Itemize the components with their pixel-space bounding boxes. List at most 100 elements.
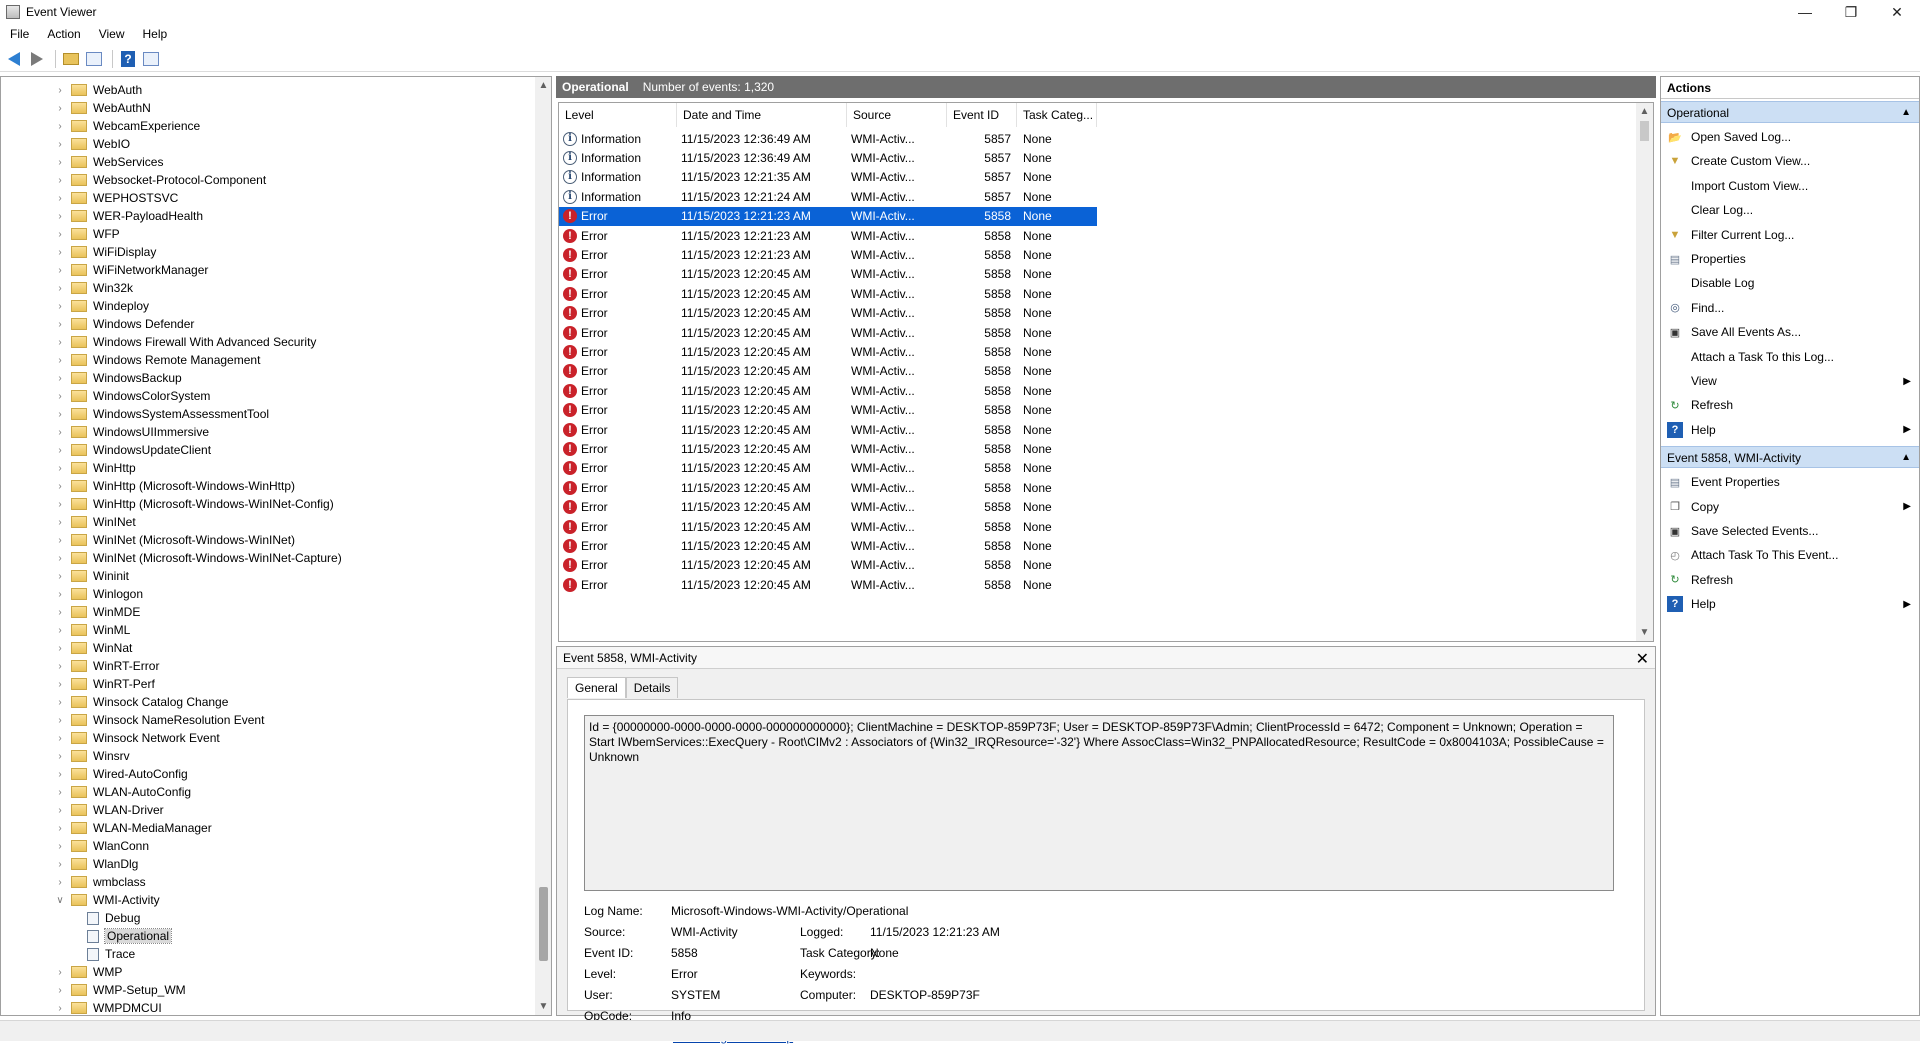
tree-folder-item[interactable]: › WinRT-Perf: [53, 675, 154, 693]
minimize-button[interactable]: —: [1782, 0, 1828, 24]
tree-folder-item[interactable]: › Wired-AutoConfig: [53, 765, 187, 783]
event-row[interactable]: ! Error 11/15/2023 12:20:45 AM WMI-Activ...…: [559, 420, 1097, 439]
chevron-right-icon[interactable]: ›: [53, 373, 67, 384]
chevron-right-icon[interactable]: ›: [53, 463, 67, 474]
chevron-right-icon[interactable]: ›: [53, 175, 67, 186]
close-button[interactable]: ✕: [1874, 0, 1920, 24]
tab-general[interactable]: General: [567, 677, 626, 698]
event-row[interactable]: ! Error 11/15/2023 12:20:45 AM WMI-Activ...…: [559, 304, 1097, 323]
tree-folder-item[interactable]: › WindowsUIImmersive: [53, 423, 209, 441]
tree-log-item[interactable]: Trace: [83, 945, 135, 963]
action-item[interactable]: ▼ Create Custom View...: [1661, 149, 1919, 173]
tree-folder-item[interactable]: › WinHttp: [53, 459, 135, 477]
tree-folder-item[interactable]: › WinMDE: [53, 603, 140, 621]
menu-help[interactable]: Help: [134, 27, 177, 41]
event-row[interactable]: ! Error 11/15/2023 12:20:45 AM WMI-Activ...…: [559, 575, 1097, 594]
chevron-right-icon[interactable]: ›: [53, 247, 67, 258]
tree-folder-item[interactable]: › WMP: [53, 963, 122, 981]
chevron-right-icon[interactable]: ›: [53, 409, 67, 420]
tree-folder-item[interactable]: › Windows Remote Management: [53, 351, 260, 369]
event-row[interactable]: ! Error 11/15/2023 12:21:23 AM WMI-Activ...…: [559, 245, 1097, 264]
column-source[interactable]: Source: [847, 103, 947, 127]
chevron-right-icon[interactable]: ›: [53, 607, 67, 618]
event-row[interactable]: i Information 11/15/2023 12:36:49 AM WMI-Ac…: [559, 148, 1097, 167]
tree-folder-item[interactable]: › Windows Defender: [53, 315, 194, 333]
grid-scrollbar[interactable]: ▲ ▼: [1636, 103, 1653, 641]
tree-folder-item[interactable]: › Winsock NameResolution Event: [53, 711, 264, 729]
chevron-right-icon[interactable]: ›: [53, 985, 67, 996]
tree-folder-item[interactable]: › WindowsColorSystem: [53, 387, 210, 405]
chevron-right-icon[interactable]: ›: [53, 481, 67, 492]
chevron-right-icon[interactable]: ›: [53, 103, 67, 114]
action-item[interactable]: Disable Log: [1661, 271, 1919, 295]
action-item[interactable]: View ▶: [1661, 369, 1919, 393]
collapse-icon[interactable]: ▲: [1901, 102, 1911, 124]
tree-folder-item[interactable]: › WMP-Setup_WM: [53, 981, 185, 999]
chevron-right-icon[interactable]: ›: [53, 571, 67, 582]
event-row[interactable]: ! Error 11/15/2023 12:20:45 AM WMI-Activ...…: [559, 478, 1097, 497]
chevron-right-icon[interactable]: ›: [53, 445, 67, 456]
event-row[interactable]: ! Error 11/15/2023 12:20:45 AM WMI-Activ...…: [559, 498, 1097, 517]
chevron-right-icon[interactable]: ›: [53, 355, 67, 366]
menu-view[interactable]: View: [90, 27, 134, 41]
event-row[interactable]: ! Error 11/15/2023 12:20:45 AM WMI-Activ...…: [559, 556, 1097, 575]
scroll-up-icon[interactable]: ▲: [1636, 103, 1653, 120]
chevron-right-icon[interactable]: ›: [53, 625, 67, 636]
chevron-right-icon[interactable]: ›: [53, 715, 67, 726]
tree-scrollbar[interactable]: ▲ ▼: [535, 77, 551, 1015]
menu-action[interactable]: Action: [38, 27, 89, 41]
action-item[interactable]: ❐ Copy ▶: [1661, 495, 1919, 519]
tree-folder-item[interactable]: › Wininit: [53, 567, 129, 585]
chevron-right-icon[interactable]: ›: [53, 391, 67, 402]
action-item[interactable]: ◎ Find...: [1661, 296, 1919, 320]
event-row[interactable]: ! Error 11/15/2023 12:20:45 AM WMI-Activ...…: [559, 439, 1097, 458]
tree-folder-item[interactable]: ∨ WMI-Activity: [53, 891, 159, 909]
chevron-right-icon[interactable]: ›: [53, 427, 67, 438]
tree-folder-item[interactable]: › WinINet (Microsoft-Windows-WinINet): [53, 531, 295, 549]
action-item[interactable]: ▤ Event Properties: [1661, 470, 1919, 494]
tree-folder-item[interactable]: › WinHttp (Microsoft-Windows-WinINet-Conf…: [53, 495, 333, 513]
event-row[interactable]: ! Error 11/15/2023 12:20:45 AM WMI-Activ...…: [559, 342, 1097, 361]
forward-button[interactable]: [27, 49, 47, 69]
chevron-right-icon[interactable]: ›: [53, 517, 67, 528]
tree-folder-item[interactable]: › WiFiDisplay: [53, 243, 156, 261]
action-item[interactable]: ? Help ▶: [1661, 592, 1919, 616]
up-folder-button[interactable]: [61, 49, 81, 69]
chevron-right-icon[interactable]: ›: [53, 661, 67, 672]
help-button[interactable]: ?: [118, 49, 138, 69]
chevron-right-icon[interactable]: ›: [53, 841, 67, 852]
action-item[interactable]: Import Custom View...: [1661, 174, 1919, 198]
collapse-icon[interactable]: ▲: [1901, 447, 1911, 469]
back-button[interactable]: [4, 49, 24, 69]
tree-folder-item[interactable]: › WEPHOSTSVC: [53, 189, 178, 207]
tree-folder-item[interactable]: › WebIO: [53, 135, 130, 153]
tree-folder-item[interactable]: › WinRT-Error: [53, 657, 159, 675]
column-date-time[interactable]: Date and Time: [677, 103, 847, 127]
chevron-right-icon[interactable]: ›: [53, 265, 67, 276]
tree-folder-item[interactable]: › WindowsUpdateClient: [53, 441, 211, 459]
tree-folder-item[interactable]: › Websocket-Protocol-Component: [53, 171, 266, 189]
chevron-right-icon[interactable]: ›: [53, 589, 67, 600]
tree-folder-item[interactable]: › WMPDMCUI: [53, 999, 161, 1015]
chevron-right-icon[interactable]: ›: [53, 319, 67, 330]
chevron-right-icon[interactable]: ›: [53, 859, 67, 870]
chevron-right-icon[interactable]: ›: [53, 283, 67, 294]
actions-section-log[interactable]: Operational ▲: [1661, 101, 1919, 123]
tree-folder-item[interactable]: › WlanConn: [53, 837, 149, 855]
tree-folder-item[interactable]: › Windeploy: [53, 297, 149, 315]
chevron-down-icon[interactable]: ∨: [53, 895, 67, 906]
tree-folder-item[interactable]: › Win32k: [53, 279, 133, 297]
tree-folder-item[interactable]: › Winsock Catalog Change: [53, 693, 228, 711]
action-item[interactable]: ▤ Properties: [1661, 247, 1919, 271]
chevron-right-icon[interactable]: ›: [53, 301, 67, 312]
tree-folder-item[interactable]: › WebcamExperience: [53, 117, 200, 135]
chevron-right-icon[interactable]: ›: [53, 499, 67, 510]
event-row[interactable]: ! Error 11/15/2023 12:20:45 AM WMI-Activ...…: [559, 381, 1097, 400]
scroll-down-icon[interactable]: ▼: [1636, 624, 1653, 641]
chevron-right-icon[interactable]: ›: [53, 535, 67, 546]
tree-folder-item[interactable]: › WLAN-AutoConfig: [53, 783, 191, 801]
tree-folder-item[interactable]: › WiFiNetworkManager: [53, 261, 208, 279]
event-row[interactable]: ! Error 11/15/2023 12:20:45 AM WMI-Activ...…: [559, 536, 1097, 555]
tree-folder-item[interactable]: › WebAuth: [53, 81, 142, 99]
tree-folder-item[interactable]: › WinNat: [53, 639, 132, 657]
